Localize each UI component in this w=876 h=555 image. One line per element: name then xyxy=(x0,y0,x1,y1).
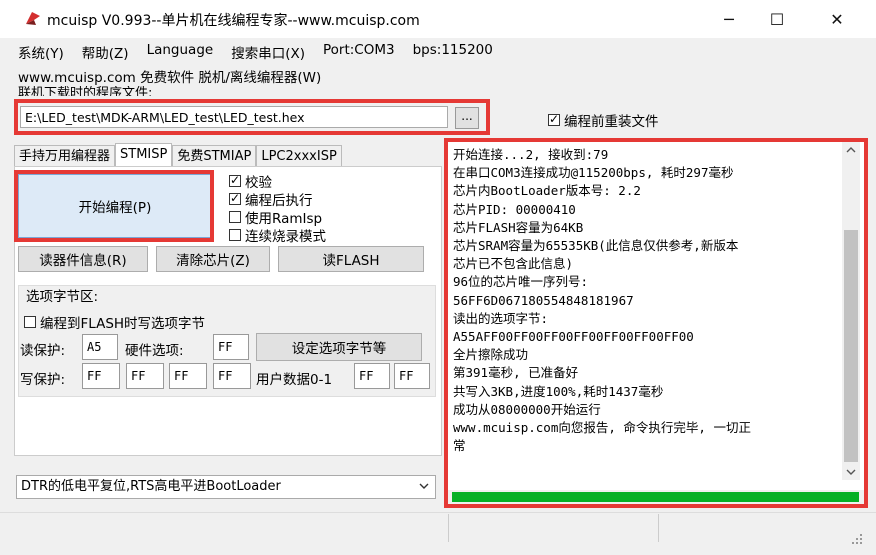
read-protect-label: 读保护: xyxy=(20,343,66,359)
reset-mode-value: DTR的低电平复位,RTS高电平进BootLoader xyxy=(21,479,281,494)
log-line: 开始连接...2, 接收到:79 xyxy=(453,147,609,162)
tab-handheld[interactable]: 手持万用编程器 xyxy=(14,145,116,167)
user-data-input-0[interactable]: FF xyxy=(354,363,390,389)
menu-search-port[interactable]: 搜索串口(X) xyxy=(231,42,305,62)
reset-mode-select[interactable]: DTR的低电平复位,RTS高电平进BootLoader xyxy=(16,475,436,499)
write-protect-label: 写保护: xyxy=(20,372,66,388)
status-bar xyxy=(0,512,876,555)
set-option-bytes-button[interactable]: 设定选项字节等 xyxy=(256,333,422,361)
log-output[interactable]: 开始连接...2, 接收到:79 在串口COM3连接成功@115200bps, … xyxy=(448,142,864,490)
read-protect-input[interactable]: A5 xyxy=(82,334,118,360)
log-line: 芯片内BootLoader版本号: 2.2 xyxy=(453,183,641,199)
log-line: 读出的选项字节: xyxy=(453,310,549,326)
log-line: 芯片已不包含此信息) xyxy=(453,256,574,272)
verify-checkbox[interactable] xyxy=(229,172,241,188)
hw-option-input[interactable]: FF xyxy=(213,334,249,360)
log-line: 常 xyxy=(453,438,466,454)
menu-help[interactable]: 帮助(Z) xyxy=(82,42,129,62)
user-data-input-1[interactable]: FF xyxy=(394,363,430,389)
log-line: 芯片PID: 00000410 xyxy=(453,201,576,217)
program-options: 校验 编程后执行 使用RamIsp 连续烧录模式 xyxy=(229,172,326,245)
program-button-highlight xyxy=(14,170,214,242)
scroll-thumb[interactable] xyxy=(844,230,858,462)
write-protect-input-4[interactable]: FF xyxy=(213,363,251,389)
menu-bps[interactable]: bps:115200 xyxy=(413,42,493,62)
reload-label: 编程前重装文件 xyxy=(564,114,659,130)
write-protect-input-2[interactable]: FF xyxy=(126,363,164,389)
option-bytes-title: 选项字节区: xyxy=(26,289,99,305)
menu-language[interactable]: Language xyxy=(147,42,214,62)
log-line: 芯片FLASH容量为64KB xyxy=(453,219,584,235)
log-line: 96位的芯片唯一序列号: xyxy=(453,274,589,290)
erase-chip-button[interactable]: 清除芯片(Z) xyxy=(156,246,270,272)
write-protect-input-1[interactable]: FF xyxy=(82,363,120,389)
mode-tabs: 手持万用编程器 STMISP 免费STMIAP LPC2xxxISP xyxy=(14,143,342,167)
status-separator xyxy=(658,514,659,542)
app-logo-icon xyxy=(26,12,40,25)
file-path-input[interactable]: E:\LED_test\MDK-ARM\LED_test\LED_test.he… xyxy=(20,106,448,128)
option-run-after[interactable]: 编程后执行 xyxy=(229,190,326,209)
tab-stmisp[interactable]: STMISP xyxy=(115,143,173,167)
tab-stmiap[interactable]: 免费STMIAP xyxy=(172,145,257,167)
log-line: 在串口COM3连接成功@115200bps, 耗时297毫秒 xyxy=(453,165,734,181)
log-line: 共写入3KB,进度100%,耗时1437毫秒 xyxy=(453,383,664,399)
log-line: 芯片SRAM容量为65535KB(此信息仅供参考,新版本 xyxy=(453,238,739,254)
close-button[interactable]: ✕ xyxy=(808,0,866,38)
user-data-label: 用户数据0-1 xyxy=(256,372,333,388)
menu-system[interactable]: 系统(Y) xyxy=(18,42,64,62)
window-title: mcuisp V0.993--单片机在线编程专家--www.mcuisp.com xyxy=(47,13,420,29)
hw-option-label: 硬件选项: xyxy=(125,343,184,359)
option-ramisp[interactable]: 使用RamIsp xyxy=(229,208,326,227)
run-after-checkbox[interactable] xyxy=(229,190,241,206)
option-continuous[interactable]: 连续烧录模式 xyxy=(229,226,326,245)
log-line: 全片擦除成功 xyxy=(453,347,529,363)
ramisp-checkbox[interactable] xyxy=(229,210,241,223)
left-edge-fragment xyxy=(0,100,14,540)
reload-option[interactable]: 编程前重装文件 xyxy=(548,110,659,130)
continuous-checkbox[interactable] xyxy=(229,228,241,241)
write-option-bytes-checkbox[interactable] xyxy=(24,316,36,328)
status-separator xyxy=(448,514,449,542)
log-line: A55AFF00FF00FF00FF00FF00FF00FF00 xyxy=(453,329,694,345)
tab-lpc2xxx[interactable]: LPC2xxxISP xyxy=(256,145,342,167)
read-device-info-button[interactable]: 读器件信息(R) xyxy=(18,246,148,272)
option-verify[interactable]: 校验 xyxy=(229,172,326,191)
scroll-up-icon[interactable] xyxy=(846,146,856,154)
menu-port[interactable]: Port:COM3 xyxy=(323,42,395,62)
progress-bar xyxy=(452,492,859,502)
offline-programmer-link[interactable]: www.mcuisp.com 免费软件 脱机/离线编程器(W) xyxy=(18,66,321,86)
app-window: mcuisp V0.993--单片机在线编程专家--www.mcuisp.com… xyxy=(0,0,876,555)
reload-checkbox[interactable] xyxy=(548,111,560,127)
menu-bar: 系统(Y) 帮助(Z) Language 搜索串口(X) Port:COM3 b… xyxy=(18,42,493,62)
read-flash-button[interactable]: 读FLASH xyxy=(278,246,424,272)
log-line: 第391毫秒, 已准备好 xyxy=(453,365,579,381)
log-line: www.mcuisp.com向您报告, 命令执行完毕, 一切正 xyxy=(453,420,751,436)
log-line: 成功从08000000开始运行 xyxy=(453,401,601,417)
log-line: 56FF6D067180554848181967 xyxy=(453,292,634,308)
file-section-label: 联机下载时的程序文件: xyxy=(18,86,153,96)
write-option-bytes-option[interactable]: 编程到FLASH时写选项字节 xyxy=(24,312,205,332)
log-scrollbar[interactable] xyxy=(842,142,860,480)
write-protect-input-3[interactable]: FF xyxy=(169,363,207,389)
browse-button[interactable]: ... xyxy=(455,107,479,129)
resize-grip-icon[interactable] xyxy=(848,530,864,546)
scroll-down-icon[interactable] xyxy=(846,468,856,476)
maximize-button[interactable]: ☐ xyxy=(748,0,806,38)
chevron-down-icon xyxy=(419,483,429,489)
